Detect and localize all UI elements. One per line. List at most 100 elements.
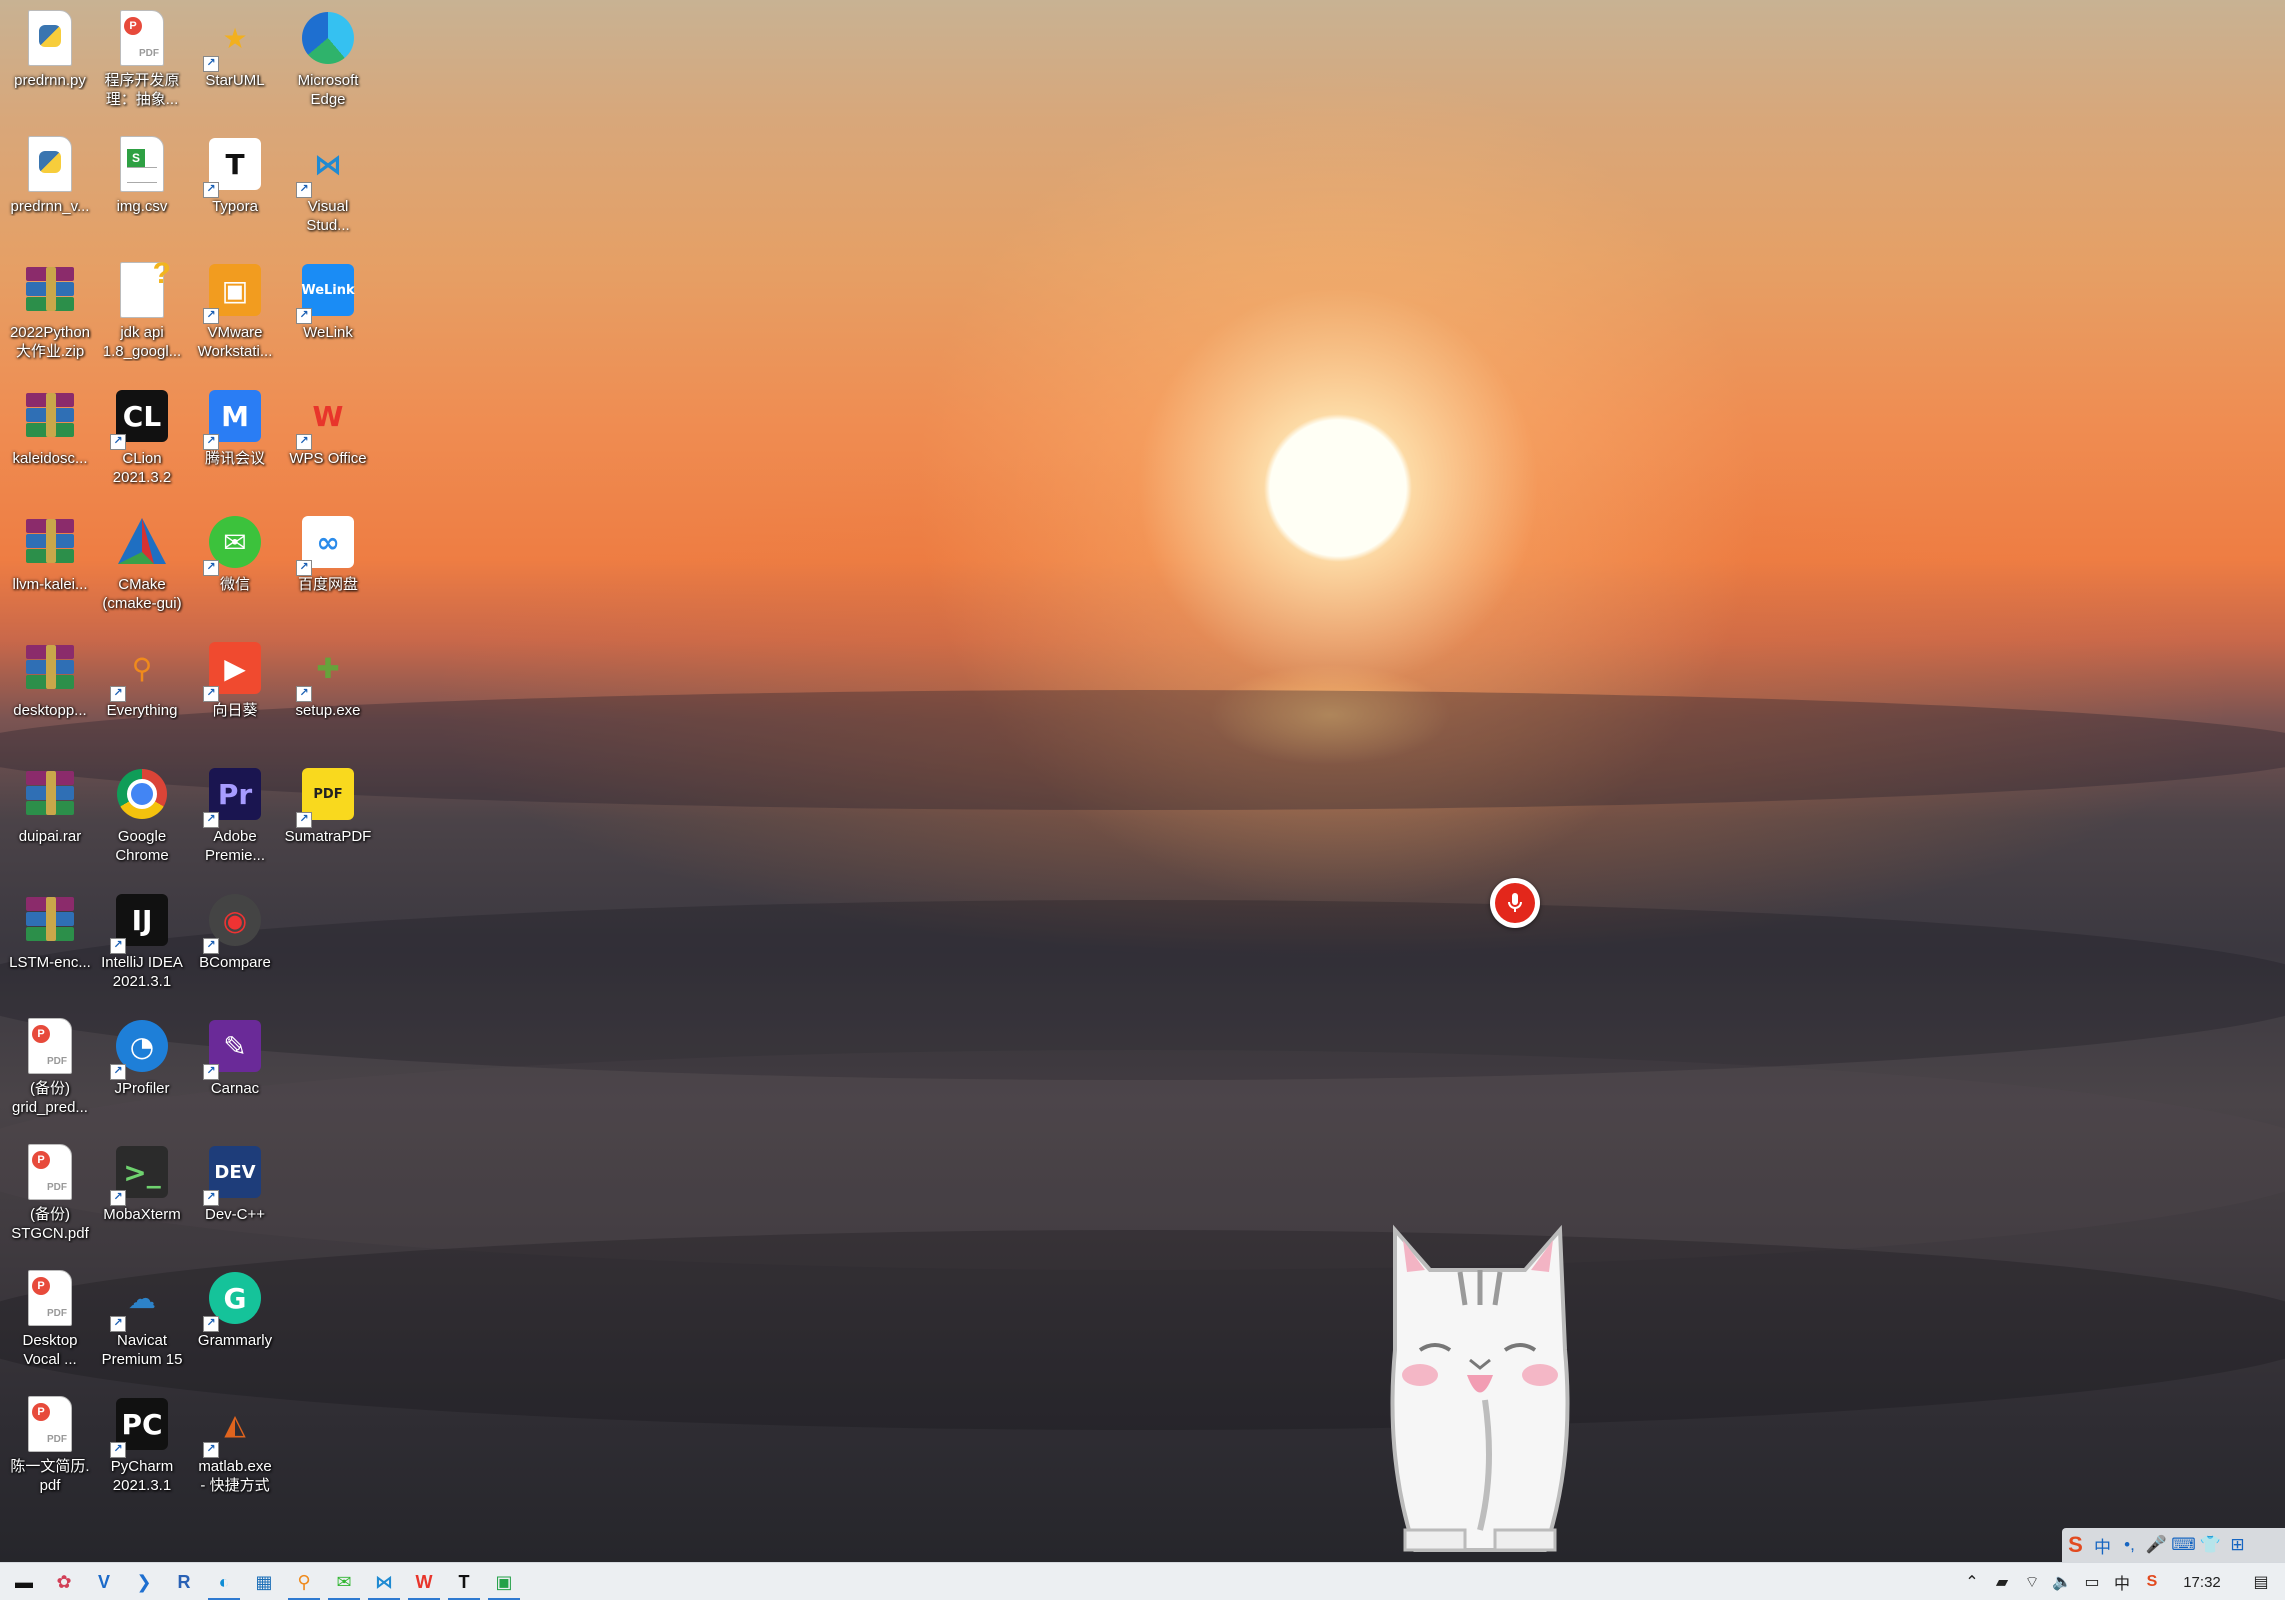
taskbar: ▬ ✿ V ❯ R ◐ ▦ ⚲ ✉ ⋈ W T ▣ ⌃ ▰ ⌔ 🔈 ▭ 中 S 17:32 ▤ (0, 1562, 2285, 1600)
img-icon: S (112, 134, 172, 194)
resume-pdf[interactable]: P PDF 陈一文简历. pdf (4, 1388, 96, 1510)
grammarly-icon: G ↗ (203, 1268, 265, 1332)
mobaxterm-shortcut[interactable]: >_ ↗ MobaXterm (96, 1136, 188, 1258)
matlab-shortcut[interactable]: ◭ ↗ matlab.exe - 快捷方式 (189, 1388, 281, 1510)
predrnn-py-file[interactable]: predrnn.py (4, 2, 96, 124)
icon-label: predrnn.py (14, 72, 86, 89)
duipai-rar[interactable]: duipai.rar (4, 758, 96, 880)
vmware-shortcut[interactable]: ▣ ↗ VMware Workstati... (189, 254, 281, 376)
principles-pdf[interactable]: P PDF 程序开发原 理：抽象... (96, 2, 188, 124)
cmake-gui-icon (112, 512, 172, 572)
wifi-icon[interactable]: ⌔ (2017, 1563, 2047, 1600)
taskbar-app-r[interactable]: R (164, 1563, 204, 1600)
wps-office-shortcut[interactable]: W ↗ WPS Office (282, 380, 374, 502)
taskbar-app-7[interactable]: ▦ (244, 1563, 284, 1600)
llvm-kalei-archive[interactable]: llvm-kalei... (4, 506, 96, 628)
icon-label: VMware Workstati... (197, 324, 273, 360)
wechat-shortcut[interactable]: ✉ ↗ 微信 (189, 506, 281, 628)
welink-shortcut[interactable]: WeLink ↗ WeLink (282, 254, 374, 376)
python-project-zip[interactable]: 2022Python 大作业.zip (4, 254, 96, 376)
ime-microphone-icon[interactable]: 🎤 (2143, 1535, 2170, 1555)
bcompare-icon: ◉ ↗ (203, 890, 265, 954)
shortcut-arrow-icon: ↗ (203, 1442, 219, 1458)
desktop-vocal-pdf[interactable]: P PDF Desktop Vocal ... (4, 1262, 96, 1384)
shortcut-arrow-icon: ↗ (203, 434, 219, 450)
pycharm-shortcut[interactable]: PC ↗ PyCharm 2021.3.1 (96, 1388, 188, 1510)
bookmark-icon[interactable]: ▰ (1987, 1563, 2017, 1600)
taskbar-vscode[interactable]: ⋈ (364, 1563, 404, 1600)
ime-punctuation-icon[interactable]: •, (2116, 1535, 2143, 1555)
sogou-icon[interactable]: S (2137, 1563, 2167, 1600)
google-chrome-shortcut[interactable]: Google Chrome (96, 758, 188, 880)
ime-toolbox-icon[interactable]: ⊞ (2224, 1535, 2251, 1555)
icon-label: (备份) STGCN.pdf (11, 1206, 89, 1242)
jprofiler-shortcut[interactable]: ◔ ↗ JProfiler (96, 1010, 188, 1132)
tencent-meeting-shortcut[interactable]: M ↗ 腾讯会议 (189, 380, 281, 502)
sunlogin-shortcut[interactable]: ▶ ↗ 向日葵 (189, 632, 281, 754)
desktop-wallpaper: predrnn.py predrnn_v... 2022Python 大作业.zip… (0, 0, 2285, 1562)
staruml-shortcut[interactable]: ★ ↗ StarUML (189, 2, 281, 124)
grammarly-shortcut[interactable]: G ↗ Grammarly (189, 1262, 281, 1384)
ime-toolbar[interactable]: S 中 •, 🎤 ⌨ 👕 ⊞ (2062, 1528, 2285, 1562)
icon-label: 微信 (219, 576, 250, 593)
volume-icon[interactable]: 🔈 (2047, 1563, 2077, 1600)
dev-cpp-shortcut[interactable]: DEV ↗ Dev-C++ (189, 1136, 281, 1258)
kaleidosc-archive[interactable]: kaleidosc... (4, 380, 96, 502)
everything-shortcut[interactable]: ⚲ ↗ Everything (96, 632, 188, 754)
icon-label: SumatraPDF (284, 828, 372, 845)
stgcn-icon: P PDF (20, 1142, 80, 1202)
battery-icon[interactable]: ▭ (2077, 1563, 2107, 1600)
tencent-meeting-icon: M ↗ (203, 386, 265, 450)
ime-mode-icon[interactable]: 中 (2107, 1563, 2137, 1600)
baidu-netdisk-shortcut[interactable]: ∞ ↗ 百度网盘 (282, 506, 374, 628)
sogou-logo-icon[interactable]: S (2062, 1532, 2089, 1558)
taskbar-typora[interactable]: T (444, 1563, 484, 1600)
typora-shortcut[interactable]: T ↗ Typora (189, 128, 281, 250)
predrnn-v-icon (20, 134, 80, 194)
ime-chinese-mode-icon[interactable]: 中 (2089, 1533, 2116, 1558)
predrnn-v-file[interactable]: predrnn_v... (4, 128, 96, 250)
icon-label: matlab.exe - 快捷方式 (198, 1458, 272, 1494)
adobe-premiere-shortcut[interactable]: Pr ↗ Adobe Premie... (189, 758, 281, 880)
img-csv[interactable]: Simg.csv (96, 128, 188, 250)
taskbar-everything[interactable]: ⚲ (284, 1563, 324, 1600)
vscode-icon: ⋈ ↗ (296, 134, 358, 198)
tray-clock[interactable]: 17:32 (2167, 1563, 2237, 1600)
taskbar-app-2[interactable]: ✿ (44, 1563, 84, 1600)
taskbar-app-3[interactable]: V (84, 1563, 124, 1600)
shortcut-arrow-icon: ↗ (296, 308, 312, 324)
sumatrapdf-shortcut[interactable]: PDF ↗ SumatraPDF (282, 758, 374, 880)
microsoft-edge-shortcut[interactable]: Microsoft Edge (282, 2, 374, 124)
icon-label: Navicat Premium 15 (101, 1332, 183, 1368)
taskbar-edge[interactable]: ◐ (204, 1563, 244, 1600)
stgcn-pdf[interactable]: P PDF (备份) STGCN.pdf (4, 1136, 96, 1258)
icon-label: BCompare (199, 954, 271, 971)
cmake-gui-shortcut[interactable]: CMake (cmake-gui) (96, 506, 188, 628)
ime-skin-icon[interactable]: 👕 (2197, 1535, 2224, 1555)
ime-keyboard-icon[interactable]: ⌨ (2170, 1535, 2197, 1555)
vscode-shortcut[interactable]: ⋈ ↗ Visual Stud... (282, 128, 374, 250)
desktop-pet-cat[interactable] (1375, 1210, 1585, 1562)
icon-label: PyCharm 2021.3.1 (110, 1458, 174, 1494)
grid-pred-pdf[interactable]: P PDF (备份) grid_pred... (4, 1010, 96, 1132)
taskbar-start-terminal[interactable]: ▬ (4, 1563, 44, 1600)
icon-label: CLion 2021.3.2 (112, 450, 172, 486)
taskbar-pycharm[interactable]: ▣ (484, 1563, 524, 1600)
chevron-up-icon[interactable]: ⌃ (1957, 1563, 1987, 1600)
jdk-api-doc[interactable]: ? jdk api 1.8_googl... (96, 254, 188, 376)
carnac-shortcut[interactable]: ✎ ↗ Carnac (189, 1010, 281, 1132)
clion-shortcut[interactable]: CL ↗ CLion 2021.3.2 (96, 380, 188, 502)
intellij-idea-shortcut[interactable]: IJ ↗ IntelliJ IDEA 2021.3.1 (96, 884, 188, 1006)
taskbar-wechat[interactable]: ✉ (324, 1563, 364, 1600)
setup-exe[interactable]: ✚ ↗ setup.exe (282, 632, 374, 754)
desktopp-archive[interactable]: desktopp... (4, 632, 96, 754)
voice-input-button[interactable] (1490, 878, 1540, 928)
notification-icon[interactable]: ▤ (2237, 1563, 2285, 1600)
icon-label: 2022Python 大作业.zip (9, 324, 91, 360)
bcompare-shortcut[interactable]: ◉ ↗ BCompare (189, 884, 281, 1006)
taskbar-wps[interactable]: W (404, 1563, 444, 1600)
lstm-enc-archive[interactable]: LSTM-enc... (4, 884, 96, 1006)
taskbar-app-4[interactable]: ❯ (124, 1563, 164, 1600)
navicat-shortcut[interactable]: ☁ ↗ Navicat Premium 15 (96, 1262, 188, 1384)
setup-icon: ✚ ↗ (296, 638, 358, 702)
